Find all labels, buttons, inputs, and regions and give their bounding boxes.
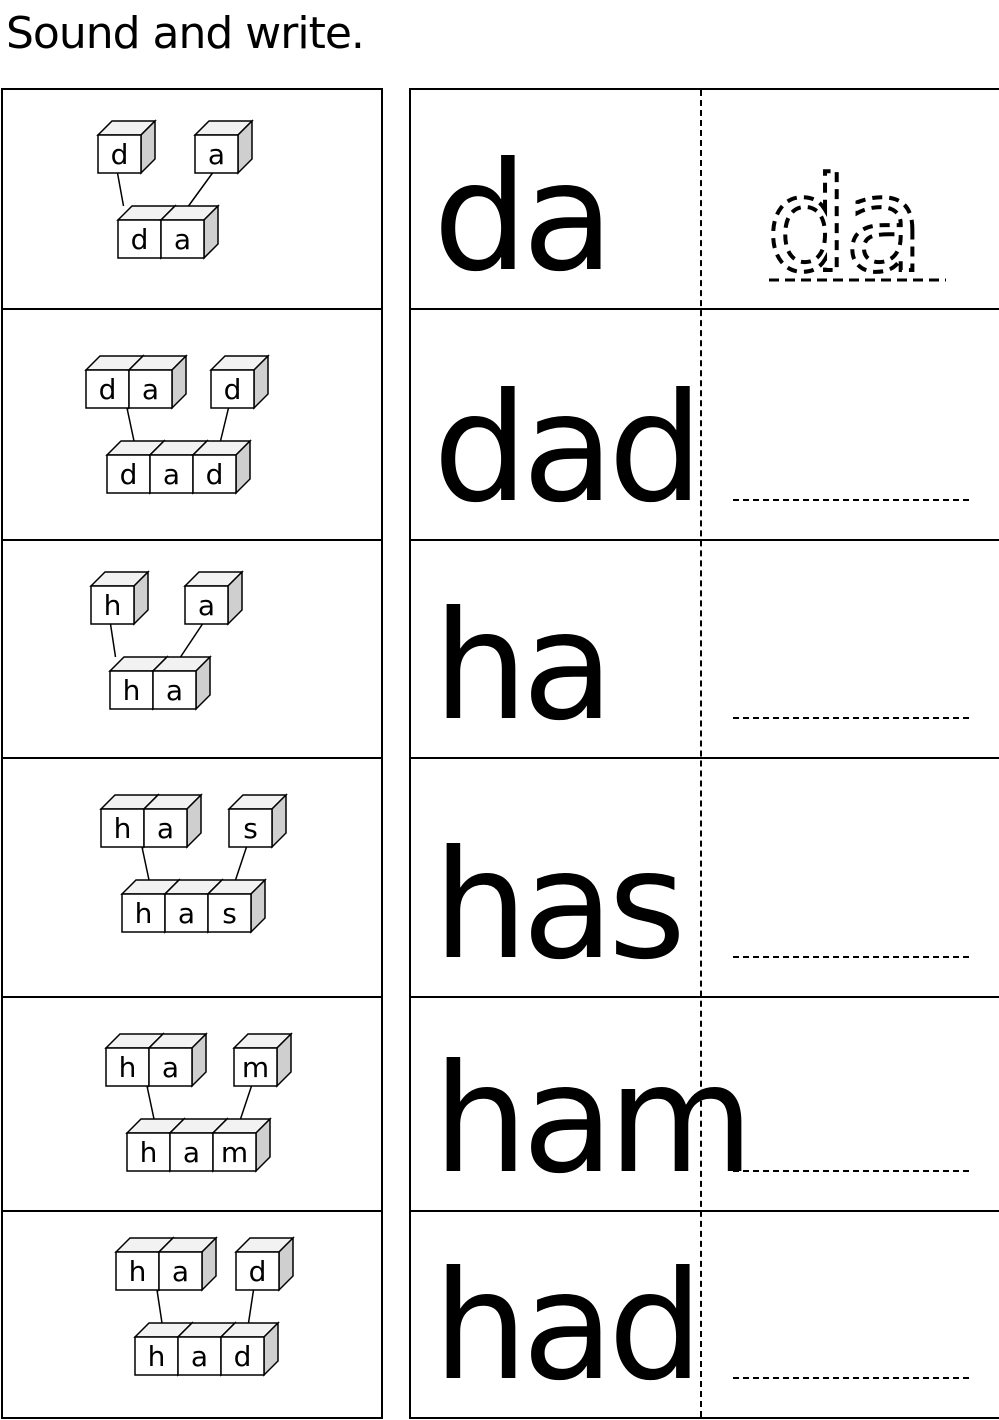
trace-example-outline: da — [764, 147, 946, 303]
blending-cubes-column: dadadaddadhahahashashamhamhadhad — [1, 88, 383, 1419]
cube-letter: h — [119, 1051, 137, 1084]
word-row: has — [411, 759, 999, 998]
cube-cell: hashas — [3, 759, 381, 998]
sight-word: ham — [433, 1033, 754, 1207]
cube-letter: a — [183, 1136, 200, 1169]
connector-line — [141, 846, 150, 881]
writing-line[interactable] — [733, 717, 969, 719]
letter-cubes-illustration: h a mh a m — [104, 1032, 293, 1173]
cube-cell: hadhad — [3, 1212, 381, 1417]
top-cube: m — [232, 1032, 293, 1088]
sight-word: ha — [433, 580, 614, 754]
cube-letter: a — [162, 1051, 179, 1084]
cube-letter: d — [99, 373, 117, 406]
cube-letter: d — [224, 373, 242, 406]
word-row: da da — [411, 90, 999, 310]
blend-cube: d — [191, 439, 252, 495]
blend-cube: a — [151, 655, 212, 711]
cube-letter: h — [140, 1136, 158, 1169]
word-row: ham — [411, 998, 999, 1212]
connector-line — [146, 1085, 155, 1120]
cube-letter: a — [174, 223, 191, 256]
letter-cubes-illustration: h ah a — [89, 570, 244, 711]
letter-cubes-illustration: d a dd a d — [84, 354, 270, 495]
page-title: Sound and write. — [6, 8, 365, 59]
cube-cell: haha — [3, 541, 381, 759]
cube-letter: h — [135, 897, 153, 930]
cube-letter: d — [131, 223, 149, 256]
writing-line[interactable] — [733, 1170, 969, 1172]
connector-line — [234, 846, 248, 881]
top-cube: a — [142, 793, 203, 849]
word-row: had — [411, 1212, 999, 1417]
cube-letter: a — [178, 897, 195, 930]
cube-letter: s — [222, 897, 237, 930]
top-cube: a — [147, 1032, 208, 1088]
top-cube: a — [193, 119, 254, 175]
cube-letter: d — [206, 458, 224, 491]
cube-letter: h — [114, 812, 132, 845]
connector-line — [239, 1085, 253, 1120]
cube-letter: a — [157, 812, 174, 845]
top-cube: a — [157, 1236, 218, 1292]
letter-cubes-illustration: h a sh a s — [99, 793, 288, 934]
writing-line[interactable] — [733, 1377, 969, 1379]
cube-letter: h — [123, 674, 141, 707]
blend-cube: m — [211, 1117, 272, 1173]
cube-letter: m — [242, 1051, 269, 1084]
word-row: ha — [411, 541, 999, 759]
connector-line — [219, 407, 230, 442]
cube-letter: d — [120, 458, 138, 491]
cube-letter: h — [129, 1255, 147, 1288]
cube-letter: d — [249, 1255, 267, 1288]
cube-letter: d — [111, 138, 129, 171]
cube-letter: h — [104, 589, 122, 622]
cube-letter: a — [191, 1340, 208, 1373]
top-cube: h — [89, 570, 150, 626]
cube-letter: a — [142, 373, 159, 406]
top-cube: a — [127, 354, 188, 410]
cube-letter: a — [163, 458, 180, 491]
blend-cube: d — [219, 1321, 280, 1377]
sight-word: has — [433, 819, 686, 993]
cube-letter: a — [166, 674, 183, 707]
top-cube: d — [209, 354, 270, 410]
sight-word: dad — [433, 362, 703, 536]
connector-line — [116, 172, 125, 207]
letter-cubes-illustration: d ad a — [96, 119, 254, 260]
cube-letter: a — [172, 1255, 189, 1288]
top-cube: s — [227, 793, 288, 849]
cube-letter: a — [198, 589, 215, 622]
connector-line — [247, 1289, 255, 1324]
connector-line — [109, 623, 117, 658]
letter-cubes-illustration: h a dh a d — [114, 1236, 295, 1377]
writing-line[interactable] — [733, 499, 969, 501]
top-cube: a — [183, 570, 244, 626]
word-writing-column: da da dad ha has ham had — [409, 88, 999, 1419]
connector-line — [156, 1289, 163, 1324]
trace-word-text: da — [766, 149, 920, 301]
cube-cell: dada — [3, 90, 381, 310]
top-cube: d — [96, 119, 157, 175]
connector-line — [126, 407, 135, 442]
cube-letter: a — [208, 138, 225, 171]
cube-cell: hamham — [3, 998, 381, 1212]
writing-line[interactable] — [733, 956, 969, 958]
cube-cell: daddad — [3, 310, 381, 541]
word-row: dad — [411, 310, 999, 541]
cube-letter: h — [148, 1340, 166, 1373]
blend-cube: a — [159, 204, 220, 260]
sight-word: had — [433, 1240, 703, 1414]
connector-line — [187, 172, 214, 207]
blend-cube: s — [206, 878, 267, 934]
cube-letter: d — [234, 1340, 252, 1373]
top-cube: d — [234, 1236, 295, 1292]
connector-line — [179, 623, 204, 658]
cube-letter: m — [221, 1136, 248, 1169]
cube-letter: s — [243, 812, 258, 845]
